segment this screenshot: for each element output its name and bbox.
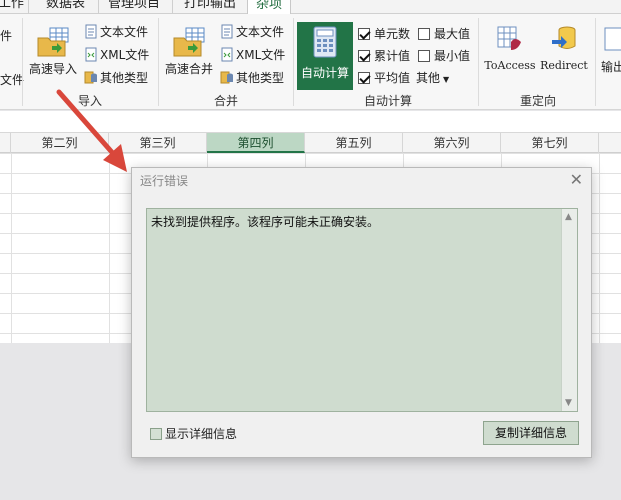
merge-other-type-label: 其他类型 (236, 71, 285, 85)
tab-separator (98, 0, 99, 14)
merge-group-label: 合并 (213, 94, 238, 108)
checkbox-unchecked[interactable] (418, 50, 430, 62)
ribbon-cut-item-1[interactable]: 件 (0, 26, 12, 46)
vertical-scrollbar[interactable]: ▲ ▼ (561, 209, 577, 411)
average-checkbox[interactable]: 平均值 (358, 68, 410, 88)
import-xml-file-button[interactable]: XML文件 (84, 45, 149, 65)
redirect-group-label: 重定向 (519, 94, 556, 108)
ribbon-tabbar: 工作 数据表 管理项目 打印输出 杂项 (0, 0, 621, 14)
grid-line (599, 153, 600, 343)
close-icon[interactable]: ✕ (570, 170, 583, 189)
fast-import-button[interactable]: 高速导入 (26, 26, 80, 77)
import-other-type-button[interactable]: 其他类型 (84, 68, 148, 88)
folder-merge-icon (173, 27, 205, 57)
merge-text-file-button[interactable]: 文本文件 (220, 22, 284, 42)
annotation-arrow-icon (56, 89, 127, 172)
redirect-button[interactable]: Redirect (538, 24, 590, 72)
column-header[interactable]: 第六列 (403, 133, 501, 153)
checkbox-unchecked[interactable] (418, 28, 430, 40)
error-message-box[interactable]: 未找到提供程序。该程序可能未正确安装。 ▲ ▼ (146, 208, 578, 412)
average-label: 平均值 (374, 71, 411, 85)
access-table-icon (497, 26, 521, 50)
tab-separator (172, 0, 173, 14)
min-label: 最小值 (434, 49, 471, 63)
sum-label: 累计值 (374, 49, 411, 63)
tab-misc[interactable]: 杂项 (247, 0, 292, 14)
count-label: 单元数 (374, 27, 411, 41)
grid-line (109, 153, 110, 343)
merge-xml-file-label: XML文件 (236, 48, 286, 62)
grid-line (11, 153, 12, 343)
tab-work[interactable]: 工作 (0, 0, 24, 14)
dropdown-arrow-icon: ▼ (443, 75, 450, 84)
max-label: 最大值 (434, 27, 471, 41)
group-separator (22, 18, 23, 106)
import-text-file-button[interactable]: 文本文件 (84, 22, 148, 42)
sum-checkbox[interactable]: 累计值 (358, 46, 410, 66)
row-header-corner (0, 133, 11, 153)
output-button[interactable]: 输出 (598, 24, 621, 75)
ribbon-cut-item-2[interactable]: 文件 (0, 70, 24, 90)
calculator-icon (313, 26, 337, 58)
redirect-label: Redirect (540, 59, 588, 72)
group-separator (478, 18, 479, 106)
copy-details-button[interactable]: 复制详细信息 (483, 421, 579, 445)
count-checkbox[interactable]: 单元数 (358, 24, 410, 44)
group-separator (293, 18, 294, 106)
database-icon (84, 71, 97, 84)
to-access-button[interactable]: ToAccess (484, 24, 536, 72)
redirect-database-icon (552, 26, 576, 49)
other-dropdown[interactable]: 其他 ▼ (416, 68, 449, 88)
fast-import-label: 高速导入 (28, 62, 77, 76)
checkbox-checked[interactable] (358, 28, 370, 40)
import-other-type-label: 其他类型 (100, 71, 149, 85)
merge-xml-file-button[interactable]: XML文件 (220, 45, 285, 65)
checkbox-checked[interactable] (358, 50, 370, 62)
show-details-label: 显示详细信息 (165, 427, 238, 441)
tab-separator (28, 0, 29, 14)
folder-table-icon (37, 27, 69, 57)
output-icon (604, 27, 621, 51)
xml-file-icon (85, 47, 97, 62)
runtime-error-dialog: 运行错误 ✕ 未找到提供程序。该程序可能未正确安装。 ▲ ▼ 显示详细信息 复制… (131, 167, 592, 458)
fast-merge-button[interactable]: 高速合并 (162, 26, 216, 77)
checkbox-checked[interactable] (358, 72, 370, 84)
import-text-file-label: 文本文件 (100, 25, 149, 39)
scroll-up-icon[interactable]: ▲ (565, 212, 572, 222)
scroll-down-icon[interactable]: ▼ (565, 398, 572, 408)
merge-text-file-label: 文本文件 (236, 25, 285, 39)
tab-datasheet[interactable]: 数据表 (46, 0, 85, 14)
import-xml-file-label: XML文件 (100, 48, 150, 62)
text-file-icon (221, 24, 233, 39)
merge-other-type-button[interactable]: 其他类型 (220, 68, 284, 88)
column-header[interactable]: 第五列 (305, 133, 403, 153)
show-details-checkbox[interactable]: 显示详细信息 (150, 425, 237, 442)
output-label: 输出 (600, 60, 621, 74)
error-message: 未找到提供程序。该程序可能未正确安装。 (151, 215, 380, 229)
group-separator (595, 18, 596, 106)
auto-calc-label: 自动计算 (300, 66, 349, 80)
fast-merge-label: 高速合并 (164, 62, 213, 76)
min-checkbox[interactable]: 最小值 (418, 46, 470, 66)
group-separator (158, 18, 159, 106)
column-header[interactable]: 第七列 (501, 133, 599, 153)
text-file-icon (85, 24, 97, 39)
tab-print-output[interactable]: 打印输出 (184, 0, 236, 14)
xml-file-icon (221, 47, 233, 62)
column-header-selected[interactable]: 第四列 (207, 133, 305, 153)
auto-calc-group-label: 自动计算 (363, 94, 412, 108)
to-access-label: ToAccess (484, 59, 536, 72)
max-checkbox[interactable]: 最大值 (418, 24, 470, 44)
other-label: 其他 (416, 71, 441, 85)
auto-calc-button[interactable]: 自动计算 (297, 22, 353, 90)
database-icon (220, 71, 233, 84)
dialog-title: 运行错误 (140, 174, 189, 188)
tab-manage-project[interactable]: 管理项目 (108, 0, 160, 14)
checkbox-unchecked[interactable] (150, 428, 162, 440)
